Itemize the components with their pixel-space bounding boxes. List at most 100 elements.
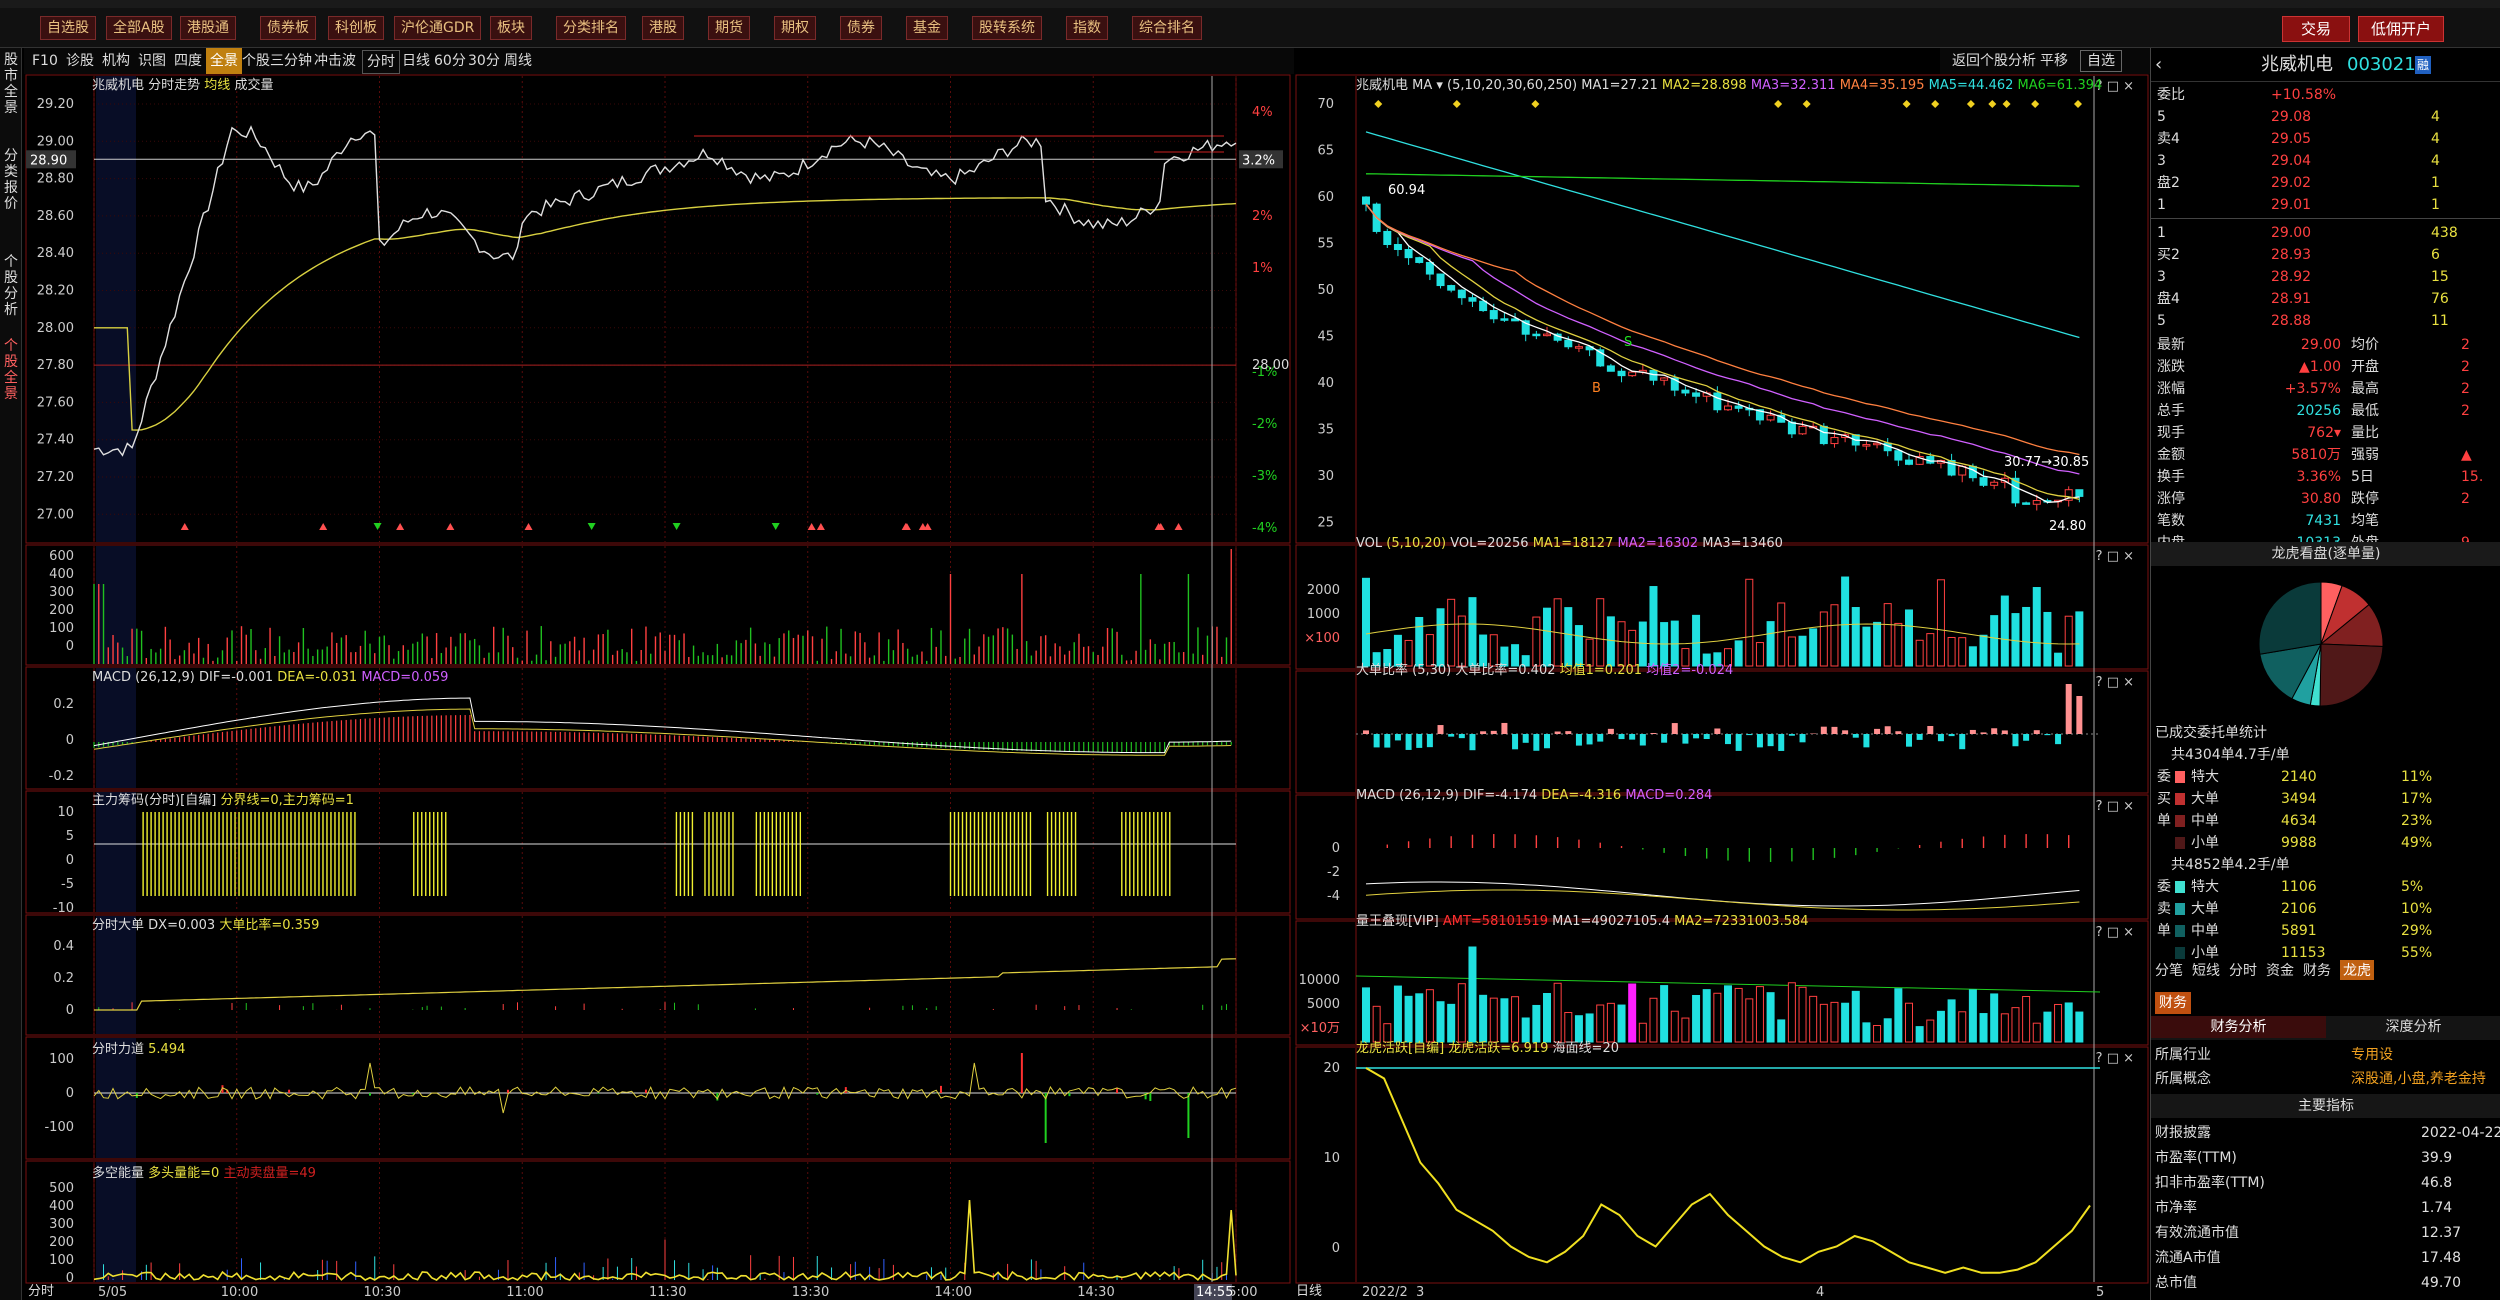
longhu-section-title: 龙虎看盘(逐单量) bbox=[2151, 542, 2500, 566]
toolbar-button[interactable]: 债券 bbox=[840, 16, 882, 40]
vol-tick: ×100 bbox=[1304, 631, 1340, 646]
stat-row: 涨停 30.80 跌停 2 bbox=[2157, 491, 2470, 507]
liangwang-bar bbox=[1841, 1002, 1850, 1043]
back-analysis-link[interactable]: 返回个股分析 bbox=[1952, 48, 2036, 74]
footer-intraday[interactable]: 分时 bbox=[28, 1284, 54, 1300]
time-tick: 14:00 bbox=[935, 1285, 972, 1300]
volume-bar bbox=[1564, 607, 1573, 667]
quote-header: ‹ 兆威机电 003021 融 bbox=[2151, 48, 2500, 82]
volume-bar bbox=[1606, 616, 1615, 667]
candle-body bbox=[1628, 371, 1637, 377]
trade-button[interactable]: 交易 bbox=[2282, 16, 2350, 42]
vtab-category[interactable]: 分类报价 bbox=[1, 148, 21, 212]
dadanbi-bar bbox=[1426, 734, 1433, 748]
liangwang-bar bbox=[1851, 990, 1860, 1043]
bottom-tab[interactable]: 财务 bbox=[2303, 960, 2331, 980]
pan-link[interactable]: 平移 bbox=[2040, 48, 2068, 74]
toolbar-button[interactable]: 板块 bbox=[490, 16, 532, 40]
toolbar-button[interactable]: 港股通 bbox=[180, 16, 236, 40]
volume-bar bbox=[1436, 608, 1445, 667]
toolbar-button[interactable]: 综合排名 bbox=[1132, 16, 1202, 40]
ask-level[interactable]: 5 29.08 4 bbox=[2151, 106, 2500, 128]
toolbar-button[interactable]: 指数 bbox=[1066, 16, 1108, 40]
open-account-button[interactable]: 低佣开户 bbox=[2358, 16, 2444, 42]
tab-institution[interactable]: 机构 bbox=[102, 48, 130, 74]
vtab-analysis[interactable]: 个股分析 bbox=[1, 254, 21, 318]
tab-shockwave[interactable]: 冲击波 bbox=[314, 48, 356, 74]
buy-order-row: 委特大 2140 11% bbox=[2157, 769, 2433, 785]
toolbar-button[interactable]: 沪伦通GDR bbox=[394, 16, 482, 40]
ask-level[interactable]: 1 29.01 1 bbox=[2151, 194, 2500, 216]
dadanbi-title: 大单比率 (5,30) 大单比率=0.402 均值1=0.201 均值2=-0.… bbox=[1356, 663, 1734, 678]
signal-marker bbox=[672, 523, 681, 530]
volume-bar bbox=[1883, 603, 1892, 667]
volume-bar bbox=[1979, 634, 1988, 667]
tab-pattern[interactable]: 识图 bbox=[138, 48, 166, 74]
bid-level[interactable]: 1 29.00 438 bbox=[2151, 222, 2500, 244]
vtab-panorama[interactable]: 个股全景 bbox=[1, 338, 21, 402]
dadanbi-bar bbox=[1394, 734, 1401, 741]
tab-three-minute[interactable]: 个股三分钟 bbox=[242, 48, 312, 74]
candle-body bbox=[1894, 450, 1903, 461]
finance-tab[interactable]: 财务 bbox=[2155, 992, 2191, 1014]
bottom-tab[interactable]: 分笔 bbox=[2155, 960, 2183, 980]
tab-period-daily[interactable]: 日线 bbox=[402, 48, 430, 74]
liangwang-bar bbox=[1596, 1004, 1605, 1043]
deep-analysis-tab[interactable]: 深度分析 bbox=[2326, 1016, 2500, 1038]
ask-level[interactable]: 卖4 29.05 4 bbox=[2151, 128, 2500, 150]
toolbar-button[interactable]: 期货 bbox=[708, 16, 750, 40]
finance-analysis-tab[interactable]: 财务分析 bbox=[2151, 1016, 2326, 1038]
bid-level[interactable]: 盘4 28.91 76 bbox=[2151, 288, 2500, 310]
toolbar-button[interactable]: 科创板 bbox=[328, 16, 384, 40]
liangwang-bar bbox=[1500, 998, 1509, 1043]
intraday-chart-area[interactable]: 29.20 29.00 28.80 28.60 28.40 28.20 28.00 27.80… bbox=[24, 74, 1294, 1300]
liangwang-bar bbox=[1862, 1022, 1871, 1043]
toolbar-button[interactable]: 股转系统 bbox=[972, 16, 1042, 40]
volume-bar bbox=[1777, 602, 1786, 667]
finance-metric-row: 市盈率(TTM) 39.9 bbox=[2155, 1150, 2453, 1166]
moving-average-line bbox=[1365, 173, 2080, 187]
vertical-tabs: 股市全景 分类报价 个股分析 个股全景 bbox=[0, 48, 22, 1300]
vtab-market[interactable]: 股市全景 bbox=[1, 52, 21, 116]
kline-chart-area[interactable]: ? □ ×? □ ×? □ ×? □ ×? □ ×? □ ×7065605550… bbox=[1294, 74, 2150, 1300]
tab-panorama[interactable]: 全景 bbox=[206, 48, 242, 74]
watchlist-dropdown[interactable]: 自选 bbox=[2080, 50, 2122, 72]
back-arrow-icon[interactable]: ‹ bbox=[2155, 48, 2162, 82]
liangwang-bar bbox=[1958, 1011, 1967, 1043]
moving-average-line bbox=[1365, 203, 2080, 456]
tab-diagnose[interactable]: 诊股 bbox=[66, 48, 94, 74]
tab-period-60m[interactable]: 60分 bbox=[434, 48, 466, 74]
tab-f10[interactable]: F10 bbox=[32, 48, 58, 74]
bottom-tab[interactable]: 短线 bbox=[2192, 960, 2220, 980]
tab-period-intraday[interactable]: 分时 bbox=[362, 50, 400, 74]
bid-level[interactable]: 买2 28.93 6 bbox=[2151, 244, 2500, 266]
candle-body bbox=[1734, 405, 1743, 409]
bottom-tab[interactable]: 分时 bbox=[2229, 960, 2257, 980]
dadanbi-bar bbox=[1906, 734, 1912, 747]
dadanbi-bar bbox=[1991, 728, 1998, 734]
buy-order-row: 买大单 3494 17% bbox=[2157, 791, 2433, 807]
toolbar-button[interactable]: 港股 bbox=[642, 16, 684, 40]
tab-period-30m[interactable]: 30分 bbox=[468, 48, 500, 74]
tab-four-degree[interactable]: 四度 bbox=[174, 48, 202, 74]
toolbar-button[interactable]: 全部A股 bbox=[106, 16, 172, 40]
volume-bar bbox=[1755, 642, 1764, 667]
volume-bar bbox=[2000, 595, 2009, 667]
bottom-tab[interactable]: 资金 bbox=[2266, 960, 2294, 980]
footer-daily[interactable]: 日线 bbox=[1296, 1284, 1322, 1300]
ask-level[interactable]: 3 29.04 4 bbox=[2151, 150, 2500, 172]
order-pie-chart bbox=[2258, 581, 2384, 707]
toolbar-button[interactable]: 债券板 bbox=[260, 16, 316, 40]
tab-period-weekly[interactable]: 周线 bbox=[504, 48, 532, 74]
bid-level[interactable]: 3 28.92 15 bbox=[2151, 266, 2500, 288]
toolbar-button[interactable]: 自选股 bbox=[40, 16, 96, 40]
signal-diamond bbox=[1988, 100, 1997, 108]
pct-tick: -4% bbox=[1252, 521, 1277, 536]
bottom-tab[interactable]: 龙虎 bbox=[2340, 960, 2374, 980]
toolbar-button[interactable]: 基金 bbox=[906, 16, 948, 40]
toolbar-button[interactable]: 分类排名 bbox=[556, 16, 626, 40]
dadanbi-bar bbox=[2076, 696, 2083, 734]
toolbar-button[interactable]: 期权 bbox=[774, 16, 816, 40]
ask-level[interactable]: 盘2 29.02 1 bbox=[2151, 172, 2500, 194]
bid-level[interactable]: 5 28.88 11 bbox=[2151, 310, 2500, 332]
